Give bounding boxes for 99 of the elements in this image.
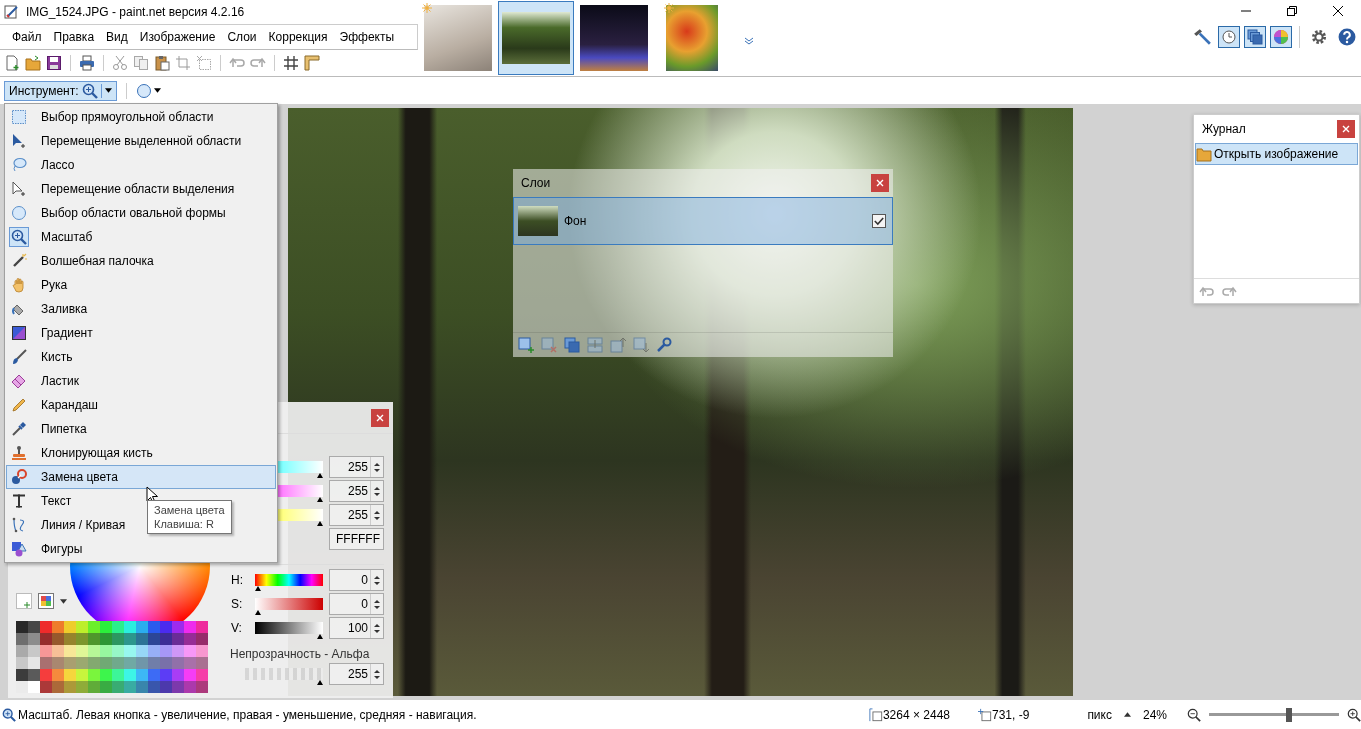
close-button[interactable] — [371, 408, 389, 427]
menu-item[interactable]: Текст — [6, 489, 79, 513]
restore-icon[interactable] — [1287, 6, 1297, 16]
add-color-icon[interactable] — [16, 593, 32, 609]
caret-icon[interactable] — [153, 88, 161, 93]
ruler-icon[interactable] — [304, 55, 320, 72]
menu-item[interactable]: Линия / Кривая — [6, 513, 133, 537]
image-size: 3264 × 2448 — [882, 707, 950, 722]
layer-name: Фон — [564, 214, 588, 228]
selection-mode-icon[interactable] — [135, 82, 152, 99]
hex-field[interactable]: FFFFFF — [329, 528, 384, 550]
caret-icon[interactable] — [60, 598, 67, 604]
close-button[interactable] — [871, 174, 889, 192]
menu-item[interactable]: Кисть — [6, 345, 80, 369]
printer-icon[interactable] — [79, 55, 95, 72]
color-slider[interactable] — [255, 622, 323, 639]
menu-item[interactable]: Эффекты — [333, 30, 401, 44]
layers-icon[interactable] — [1244, 26, 1266, 48]
menu-item[interactable]: Пипетка — [6, 417, 94, 441]
alpha-label: Непрозрачность - Альфа — [230, 647, 371, 661]
image-tab[interactable] — [498, 1, 574, 75]
menu-item[interactable]: Заливка — [6, 297, 95, 321]
number-field[interactable]: 255 — [329, 663, 384, 685]
save-icon[interactable] — [46, 55, 62, 72]
caret-icon[interactable] — [1123, 712, 1131, 717]
photo-placeholder — [502, 12, 570, 64]
menu-item[interactable]: Лассо — [6, 153, 82, 177]
slider-thumb[interactable] — [1285, 707, 1292, 722]
color-slider[interactable] — [255, 598, 323, 615]
image-tab[interactable] — [578, 3, 650, 73]
close-button[interactable] — [1337, 120, 1355, 138]
caret-icon[interactable] — [104, 88, 112, 93]
menu-item[interactable]: Фигуры — [6, 537, 90, 561]
panel-title: Журнал — [1202, 122, 1246, 136]
tooltip-shortcut: Клавиша: R — [154, 517, 215, 531]
slider-label: H: — [231, 573, 244, 587]
cursor-position: 731, -9 — [992, 707, 1030, 722]
menu-item[interactable]: Слои — [221, 30, 263, 44]
menu-item[interactable]: Коррекция — [262, 30, 334, 44]
menu-item[interactable]: Изображение — [133, 30, 222, 44]
menu-item[interactable]: Перемещение выделенной области — [6, 129, 249, 153]
menu-item[interactable]: Выбор прямоугольной области — [6, 105, 221, 129]
color-slider[interactable] — [255, 574, 323, 591]
close-icon[interactable] — [1333, 6, 1343, 16]
help-icon[interactable] — [1338, 28, 1356, 46]
status-message: Масштаб. Левая кнопка - увеличение, правая - уменьшение, средняя - навигация. — [18, 707, 477, 722]
number-field[interactable]: 255 — [329, 504, 384, 526]
new-file-icon[interactable] — [4, 55, 20, 72]
zoom-in-icon[interactable] — [1347, 707, 1361, 722]
hammer-icon[interactable] — [1193, 28, 1211, 46]
menu-item[interactable]: Рука — [6, 273, 75, 297]
grid-icon[interactable] — [283, 55, 299, 72]
image-size-icon — [868, 707, 883, 722]
cursor-position-icon — [978, 707, 992, 722]
menu-item[interactable]: Файл — [6, 30, 48, 44]
slider-label: V: — [231, 621, 243, 635]
units-selector[interactable]: пикс — [1087, 707, 1112, 722]
menu-item[interactable]: Масштаб — [6, 225, 100, 249]
menu-item[interactable]: Замена цвета — [6, 465, 276, 489]
history-item[interactable]: Открыть изображение — [1195, 143, 1358, 165]
menu-item[interactable]: Перемещение области выделения — [6, 177, 242, 201]
menu-item[interactable]: Клонирующая кисть — [6, 441, 160, 465]
photo-placeholder — [580, 5, 648, 71]
visibility-checkbox[interactable] — [872, 214, 886, 228]
clipboard-icon[interactable] — [154, 55, 170, 72]
folder-icon — [1196, 146, 1212, 162]
panel-title: Слои — [521, 176, 551, 190]
palette-icon[interactable] — [38, 593, 54, 609]
magnifier-icon — [2, 707, 16, 722]
menu-item[interactable]: Вид — [100, 30, 134, 44]
menu-item[interactable]: Волшебная палочка — [6, 249, 161, 273]
zoom-level[interactable]: 24% — [1142, 707, 1167, 722]
photo-placeholder — [424, 5, 492, 71]
number-field[interactable]: 0 — [329, 593, 384, 615]
slider-label: S: — [231, 597, 244, 611]
settings-icon[interactable] — [1310, 28, 1328, 46]
clock-icon[interactable] — [1218, 26, 1240, 48]
wrench-icon[interactable] — [656, 337, 672, 353]
number-field[interactable]: 100 — [329, 617, 384, 639]
layer-row[interactable]: Фон — [513, 197, 893, 245]
zoom-out-icon[interactable] — [1187, 707, 1201, 722]
menu-item[interactable]: Ластик — [6, 369, 86, 393]
menu-item[interactable]: Правка — [47, 30, 101, 44]
number-field[interactable]: 255 — [329, 456, 384, 478]
window-title: IMG_1524.JPG - paint.net версия 4.2.16 — [26, 4, 245, 19]
menu-item[interactable]: Карандаш — [6, 393, 105, 417]
color-palette-drawing[interactable] — [16, 621, 208, 693]
tool-picker-button[interactable]: Инструмент: — [4, 80, 117, 101]
color-wheel-icon[interactable] — [1270, 26, 1292, 48]
tooltip-title: Замена цвета — [154, 503, 225, 517]
app-icon — [4, 3, 20, 20]
magnifier-icon[interactable] — [81, 82, 98, 99]
number-field[interactable]: 0 — [329, 569, 384, 591]
number-field[interactable]: 255 — [329, 480, 384, 502]
menu-item[interactable]: Градиент — [6, 321, 100, 345]
chevron-down-icon[interactable] — [744, 37, 754, 45]
menu-item[interactable]: Выбор области овальной формы — [6, 201, 233, 225]
folder-icon[interactable] — [25, 55, 41, 72]
photo-placeholder — [666, 5, 718, 71]
